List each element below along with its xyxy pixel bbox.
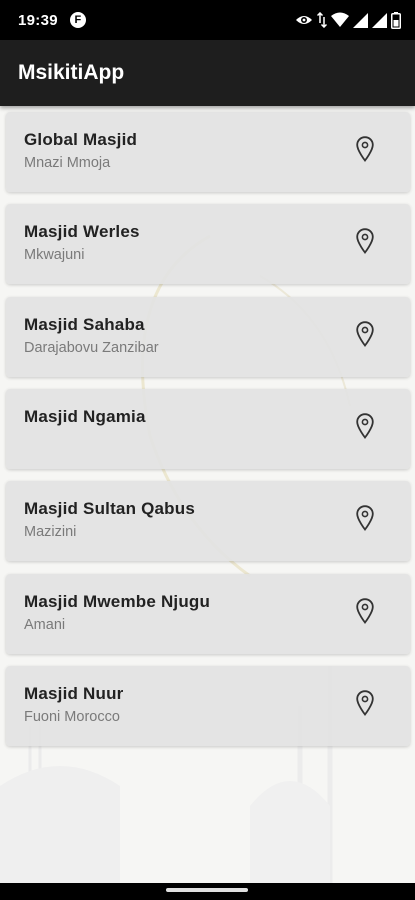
mosque-location: Mkwajuni bbox=[24, 247, 85, 264]
location-pin-icon[interactable] bbox=[356, 505, 374, 532]
mosque-name: Masjid Ngamia bbox=[24, 406, 146, 426]
signal-icon bbox=[372, 12, 387, 28]
app-bar: MsikitiApp bbox=[0, 40, 415, 106]
mosque-name: Global Masjid bbox=[24, 130, 138, 149]
app-title: MsikitiApp bbox=[18, 61, 125, 84]
navigation-bar bbox=[0, 883, 415, 900]
location-pin-icon[interactable] bbox=[356, 597, 374, 624]
location-pin-icon[interactable] bbox=[356, 228, 374, 255]
signal-icon bbox=[353, 12, 368, 28]
mosque-card[interactable]: Masjid Nuur Fuoni Morocco bbox=[6, 665, 410, 746]
location-pin-icon[interactable] bbox=[356, 136, 374, 162]
mosque-name: Masjid Nuur bbox=[24, 683, 124, 703]
mosque-name: Masjid Mwembe Njugu bbox=[24, 591, 211, 611]
mosque-card[interactable]: Masjid Ngamia bbox=[6, 388, 410, 469]
mosque-list-screen[interactable]: Global Masjid Mnazi Mmoja Masjid Werles Mkw… bbox=[0, 106, 415, 883]
location-pin-icon[interactable] bbox=[356, 413, 374, 439]
status-icons bbox=[295, 11, 401, 29]
mosque-location: Mnazi Mmoja bbox=[24, 155, 111, 171]
mosque-location: Fuoni Morocco bbox=[24, 708, 120, 725]
battery-icon bbox=[391, 11, 401, 29]
mosque-card[interactable]: Global Masjid Mnazi Mmoja bbox=[6, 112, 410, 192]
mosque-name: Masjid Sahaba bbox=[24, 314, 145, 334]
mosque-card[interactable]: Masjid Sahaba Darajabovu Zanzibar bbox=[6, 296, 410, 377]
app-notification-badge: F bbox=[69, 12, 86, 28]
mosque-card[interactable]: Masjid Sultan Qabus Mazizini bbox=[6, 481, 410, 562]
mosque-name: Masjid Werles bbox=[24, 222, 140, 242]
wifi-icon bbox=[331, 12, 349, 27]
mosque-name: Masjid Sultan Qabus bbox=[24, 499, 195, 519]
home-gesture-pill[interactable] bbox=[166, 888, 248, 892]
location-pin-icon[interactable] bbox=[356, 690, 374, 716]
location-pin-icon[interactable] bbox=[356, 320, 374, 347]
mosque-card[interactable]: Masjid Mwembe Njugu Amani bbox=[6, 573, 410, 654]
status-time: 19:39 bbox=[18, 11, 58, 29]
status-bar: 19:39 F bbox=[0, 0, 415, 40]
mosque-card[interactable]: Masjid Werles Mkwajuni bbox=[6, 204, 410, 285]
data-arrows-icon bbox=[317, 12, 327, 28]
eye-icon bbox=[296, 16, 312, 24]
mosque-location: Mazizini bbox=[24, 524, 77, 541]
mosque-location: Darajabovu Zanzibar bbox=[24, 339, 159, 356]
mosque-location: Amani bbox=[24, 616, 66, 633]
